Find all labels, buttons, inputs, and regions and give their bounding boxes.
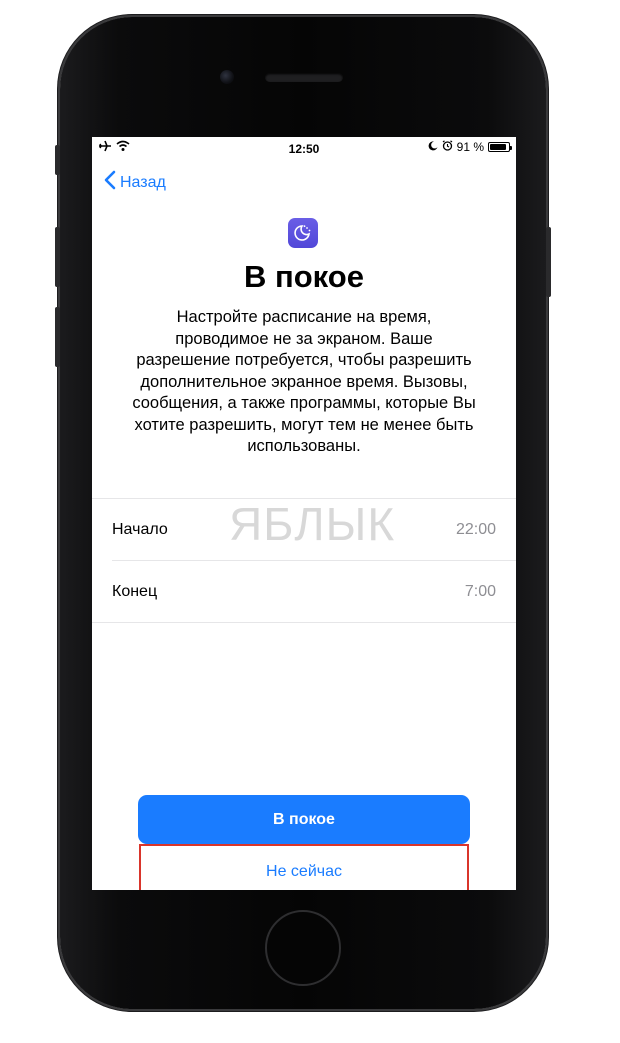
downtime-button[interactable]: В покое: [138, 795, 470, 844]
start-time-value: 22:00: [455, 521, 496, 538]
end-time-value: 7:00: [464, 583, 496, 600]
status-bar: 12:50 91 %: [92, 137, 516, 159]
start-time-label: Начало: [112, 521, 168, 538]
earpiece-speaker: [265, 73, 343, 82]
mute-switch: [55, 145, 60, 175]
status-right: 91 %: [428, 140, 512, 154]
watermark: ЯБЛЫК: [229, 498, 396, 550]
not-now-button[interactable]: Не сейчас: [138, 845, 470, 890]
moon-icon: [428, 140, 438, 154]
battery-icon: [488, 142, 512, 152]
front-camera: [220, 70, 234, 84]
page-title: В покое: [244, 259, 364, 294]
screen: 12:50 91 % Назад В покое Настройте распи…: [92, 137, 516, 890]
list-divider-bottom: [92, 622, 516, 623]
back-label: Назад: [120, 173, 166, 191]
alarm-icon: [442, 140, 453, 154]
home-button[interactable]: [265, 910, 341, 986]
downtime-icon: [288, 218, 318, 248]
phone-frame: 12:50 91 % Назад В покое Настройте распи…: [55, 17, 551, 1009]
power-button: [546, 227, 551, 297]
volume-up-button: [55, 227, 60, 287]
back-button[interactable]: Назад: [104, 170, 166, 195]
volume-down-button: [55, 307, 60, 367]
page-description: Настройте расписание на время, проводимо…: [132, 308, 476, 455]
end-time-row[interactable]: Конец 7:00: [112, 561, 496, 623]
battery-fill: [490, 144, 507, 150]
chevron-left-icon: [104, 170, 116, 195]
end-time-label: Конец: [112, 583, 158, 600]
battery-percent: 91 %: [456, 140, 484, 154]
